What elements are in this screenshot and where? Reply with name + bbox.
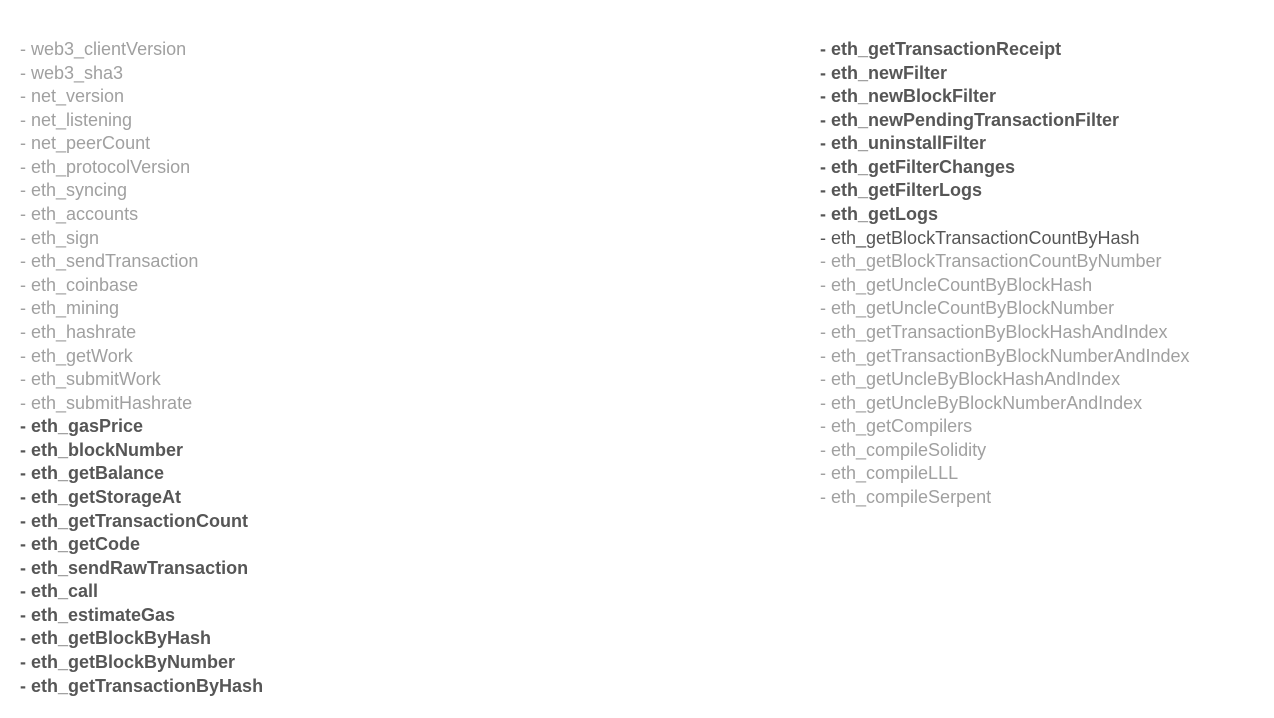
list-item: - eth_compileSerpent — [820, 486, 1254, 510]
list-item: - eth_getCode — [20, 533, 820, 557]
list-item: - eth_sign — [20, 227, 820, 251]
list-item: - eth_blockNumber — [20, 439, 820, 463]
right-column: - eth_getTransactionReceipt- eth_newFilt… — [820, 38, 1254, 680]
list-item: - web3_clientVersion — [20, 38, 820, 62]
list-item: - net_listening — [20, 109, 820, 133]
list-item: - eth_estimateGas — [20, 604, 820, 628]
list-item: - eth_newPendingTransactionFilter — [820, 109, 1254, 133]
list-item: - eth_getTransactionByBlockHashAndIndex — [820, 321, 1254, 345]
list-item: - eth_getStorageAt — [20, 486, 820, 510]
list-item: - eth_getFilterLogs — [820, 179, 1254, 203]
list-item: - net_version — [20, 85, 820, 109]
list-item: - eth_hashrate — [20, 321, 820, 345]
list-item: - eth_getTransactionCount — [20, 510, 820, 534]
list-item: - eth_getUncleByBlockNumberAndIndex — [820, 392, 1254, 416]
list-item: - eth_gasPrice — [20, 415, 820, 439]
list-item: - eth_coinbase — [20, 274, 820, 298]
list-item: - eth_getUncleByBlockHashAndIndex — [820, 368, 1254, 392]
list-item: - eth_protocolVersion — [20, 156, 820, 180]
left-column: - web3_clientVersion- web3_sha3- net_ver… — [20, 38, 820, 680]
list-item: - eth_sendRawTransaction — [20, 557, 820, 581]
list-item: - eth_compileSolidity — [820, 439, 1254, 463]
list-item: - eth_newFilter — [820, 62, 1254, 86]
list-item: - eth_accounts — [20, 203, 820, 227]
list-item: - eth_getWork — [20, 345, 820, 369]
list-item: - eth_getBlockTransactionCountByNumber — [820, 250, 1254, 274]
list-item: - eth_getUncleCountByBlockNumber — [820, 297, 1254, 321]
list-item: - eth_getUncleCountByBlockHash — [820, 274, 1254, 298]
list-item: - eth_getBlockByHash — [20, 627, 820, 651]
list-item: - eth_uninstallFilter — [820, 132, 1254, 156]
list-item: - eth_getTransactionByBlockNumberAndInde… — [820, 345, 1254, 369]
list-item: - eth_getFilterChanges — [820, 156, 1254, 180]
list-item: - eth_sendTransaction — [20, 250, 820, 274]
list-item: - net_peerCount — [20, 132, 820, 156]
list-item: - eth_mining — [20, 297, 820, 321]
list-item: - eth_getBlockByNumber — [20, 651, 820, 675]
list-item: - eth_getBalance — [20, 462, 820, 486]
list-item: - eth_call — [20, 580, 820, 604]
list-item: - eth_getTransactionReceipt — [820, 38, 1254, 62]
list-item: - eth_getTransactionByHash — [20, 675, 820, 699]
list-item: - eth_getBlockTransactionCountByHash — [820, 227, 1254, 251]
list-item: - web3_sha3 — [20, 62, 820, 86]
list-item: - eth_syncing — [20, 179, 820, 203]
list-item: - eth_submitHashrate — [20, 392, 820, 416]
list-item: - eth_compileLLL — [820, 462, 1254, 486]
list-item: - eth_getCompilers — [820, 415, 1254, 439]
list-item: - eth_newBlockFilter — [820, 85, 1254, 109]
list-item: - eth_getLogs — [820, 203, 1254, 227]
list-item: - eth_submitWork — [20, 368, 820, 392]
